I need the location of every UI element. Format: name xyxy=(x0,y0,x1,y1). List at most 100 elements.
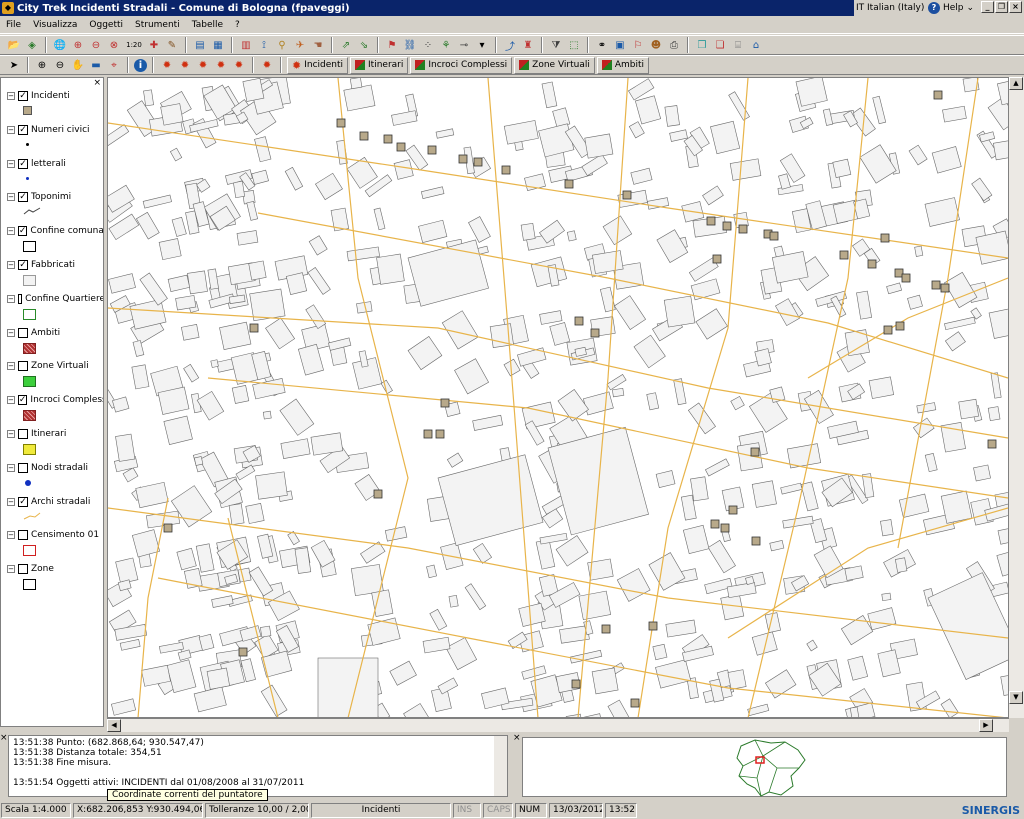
map-vertical-scrollbar[interactable]: ▲ ▼ xyxy=(1009,77,1024,718)
hand-icon[interactable]: ☚ xyxy=(310,37,326,53)
layer-tab-itinerari[interactable]: Itinerari xyxy=(350,56,409,74)
layer-visibility-checkbox[interactable] xyxy=(18,462,28,473)
zoom-out-tool-icon[interactable]: ⊖ xyxy=(52,57,68,73)
layer-visibility-checkbox[interactable]: ✓ xyxy=(17,395,28,406)
scroll-left-icon[interactable]: ◀ xyxy=(107,719,121,732)
zoom-out-icon[interactable]: ⊖ xyxy=(88,37,104,53)
layer-visibility-checkbox[interactable] xyxy=(18,564,28,575)
route2-icon[interactable]: ⇘ xyxy=(356,37,372,53)
zoom-select-icon[interactable]: ✚ xyxy=(146,37,162,53)
layer-visibility-checkbox[interactable] xyxy=(18,361,28,372)
connector-icon[interactable]: ⊸ xyxy=(456,37,472,53)
flags-icon[interactable]: ⚐ xyxy=(630,37,646,53)
map-horizontal-scrollbar[interactable]: ◀ ▶ xyxy=(107,718,1009,732)
collapse-icon[interactable]: − xyxy=(7,261,15,269)
dropdown-icon[interactable]: ▾ xyxy=(474,37,490,53)
layer-tab-incroci-complessi[interactable]: Incroci Complessi xyxy=(410,56,513,74)
vehicle-icon[interactable]: ♜ xyxy=(520,37,536,53)
pointer-icon[interactable]: ➤ xyxy=(6,57,22,73)
collapse-icon[interactable]: − xyxy=(7,463,15,472)
route-icon[interactable]: ⇗ xyxy=(338,37,354,53)
package-icon[interactable]: ⌸ xyxy=(730,37,746,53)
pedestrian-icon[interactable]: ☻ xyxy=(648,37,664,53)
printer-icon[interactable]: ⎙ xyxy=(666,37,682,53)
dots-icon[interactable]: ⁘ xyxy=(420,37,436,53)
layer-visibility-checkbox[interactable]: ✓ xyxy=(18,91,28,101)
ruler-icon[interactable]: ▬ xyxy=(88,57,104,73)
incident-tool-1-icon[interactable]: ✹ xyxy=(159,57,175,73)
collapse-icon[interactable]: − xyxy=(7,125,15,134)
collapse-icon[interactable]: − xyxy=(7,497,15,506)
measure-icon[interactable]: ⟟ xyxy=(256,37,272,53)
tree-icon[interactable]: ⚘ xyxy=(438,37,454,53)
flag-icon[interactable]: ⚑ xyxy=(384,37,400,53)
log-close-icon[interactable]: × xyxy=(0,733,8,743)
globe-icon[interactable]: 🌐 xyxy=(52,37,68,53)
network-icon[interactable]: ⛓ xyxy=(402,37,418,53)
scale-icon[interactable]: 1:20 xyxy=(124,37,144,53)
select-tool-icon[interactable]: ⬚ xyxy=(566,37,582,53)
map-canvas[interactable] xyxy=(107,77,1009,718)
incident-tool-5-icon[interactable]: ✹ xyxy=(231,57,247,73)
menu-strumenti[interactable]: Strumenti xyxy=(135,20,180,30)
collapse-icon[interactable]: − xyxy=(7,193,15,202)
menu-file[interactable]: File xyxy=(6,20,21,30)
grid-icon[interactable]: ▦ xyxy=(210,37,226,53)
collapse-icon[interactable]: − xyxy=(7,328,15,337)
layer-visibility-checkbox[interactable]: ✓ xyxy=(18,192,28,203)
layer-tab-zone-virtuali[interactable]: Zone Virtuali xyxy=(514,56,595,74)
collapse-icon[interactable]: − xyxy=(7,92,15,100)
collapse-icon[interactable]: − xyxy=(7,159,15,168)
map-svg[interactable] xyxy=(108,78,1009,718)
incident-tool-4-icon[interactable]: ✹ xyxy=(213,57,229,73)
overview-close-icon[interactable]: × xyxy=(513,733,521,743)
layer-visibility-checkbox[interactable]: ✓ xyxy=(18,158,28,169)
chart-icon[interactable]: ▥ xyxy=(238,37,254,53)
menu-visualizza[interactable]: Visualizza xyxy=(33,20,77,30)
collapse-icon[interactable]: − xyxy=(7,396,15,405)
close-icon[interactable]: × xyxy=(93,78,101,88)
incident-tool-3-icon[interactable]: ✹ xyxy=(195,57,211,73)
cube-icon[interactable]: ❒ xyxy=(694,37,710,53)
restore-button[interactable]: ❐ xyxy=(995,1,1008,13)
layer-visibility-checkbox[interactable] xyxy=(18,327,28,338)
zoom-extent-icon[interactable]: ⊗ xyxy=(106,37,122,53)
map-icon[interactable]: ⌂ xyxy=(748,37,764,53)
layer-visibility-checkbox[interactable]: ✓ xyxy=(17,226,28,237)
info-icon[interactable]: i xyxy=(134,58,147,72)
export-icon[interactable]: ⤴ xyxy=(502,37,518,53)
layers-icon[interactable]: ◈ xyxy=(24,37,40,53)
copy-icon[interactable]: ❏ xyxy=(712,37,728,53)
layer-visibility-checkbox[interactable] xyxy=(18,429,28,439)
pencil-icon[interactable]: ✎ xyxy=(164,37,180,53)
scroll-up-icon[interactable]: ▲ xyxy=(1009,77,1023,90)
zoom-in-icon[interactable]: ⊕ xyxy=(70,37,86,53)
bird-icon[interactable]: ✈ xyxy=(292,37,308,53)
layer-tab-incidenti[interactable]: ✹ Incidenti xyxy=(287,56,349,74)
close-button[interactable]: × xyxy=(1009,1,1022,13)
collapse-icon[interactable]: − xyxy=(7,531,15,540)
language-indicator[interactable]: IT Italian (Italy) xyxy=(856,0,924,16)
layer-visibility-checkbox[interactable] xyxy=(18,530,28,541)
incident-tool-2-icon[interactable]: ✹ xyxy=(177,57,193,73)
filter-icon[interactable]: ⧩ xyxy=(548,37,564,53)
layer-visibility-checkbox[interactable] xyxy=(17,293,23,304)
layer-visibility-checkbox[interactable]: ✓ xyxy=(18,260,28,270)
link-icon[interactable]: ⚲ xyxy=(274,37,290,53)
binoculars-icon[interactable]: ⚭ xyxy=(594,37,610,53)
menu-oggetti[interactable]: Oggetti xyxy=(89,20,123,30)
collapse-icon[interactable]: − xyxy=(7,227,15,236)
coordinates-icon[interactable]: ⌖ xyxy=(106,57,122,73)
collapse-icon[interactable]: − xyxy=(7,430,15,438)
collapse-icon[interactable]: − xyxy=(7,565,15,574)
table-icon[interactable]: ▤ xyxy=(192,37,208,53)
overview-map[interactable] xyxy=(522,737,1007,797)
layer-tab-ambiti[interactable]: Ambiti xyxy=(596,56,650,74)
incident-tool-6-icon[interactable]: ✹ xyxy=(259,57,275,73)
car-icon[interactable]: ▣ xyxy=(612,37,628,53)
log-scrollbar[interactable] xyxy=(494,736,507,796)
menu-tabelle[interactable]: Tabelle xyxy=(192,20,223,30)
layer-visibility-checkbox[interactable]: ✓ xyxy=(18,496,28,507)
menu-help[interactable]: ? xyxy=(235,20,240,30)
collapse-icon[interactable]: − xyxy=(7,362,15,371)
